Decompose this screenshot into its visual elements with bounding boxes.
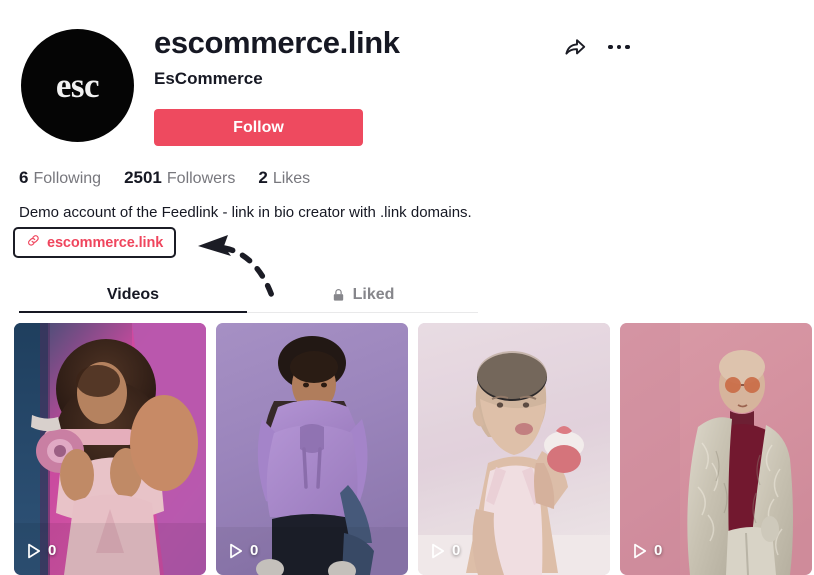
stat-label: Followers [166, 170, 236, 187]
play-count-value: 0 [452, 542, 461, 559]
stat-following[interactable]: 6 Following [19, 168, 101, 188]
header-actions [562, 34, 632, 60]
play-count-value: 0 [250, 542, 259, 559]
tab-liked[interactable]: Liked [247, 277, 478, 313]
play-icon [229, 543, 243, 559]
video-grid: 0 0 0 0 [14, 323, 814, 575]
more-options-icon[interactable] [606, 34, 632, 60]
play-icon [27, 543, 41, 559]
stats-row: 6 Following 2501 Followers 2 Likes [19, 168, 310, 188]
video-thumbnail[interactable]: 0 [216, 323, 408, 575]
play-count: 0 [633, 542, 662, 559]
thumbnail-image [216, 323, 408, 575]
play-count: 0 [431, 542, 460, 559]
tab-label: Videos [106, 286, 160, 303]
play-count: 0 [229, 542, 258, 559]
stat-value: 6 [19, 168, 29, 187]
play-icon [431, 543, 445, 559]
follow-button[interactable]: Follow [154, 109, 363, 146]
bio-link-chip[interactable]: escommerce.link [13, 227, 177, 258]
avatar[interactable]: esc [21, 29, 134, 142]
identity-block: escommerce.link EsCommerce [154, 24, 554, 90]
thumbnail-image [620, 323, 812, 575]
bio-text: Demo account of the Feedlink - link in b… [19, 204, 472, 221]
stat-value: 2501 [124, 168, 162, 187]
page-title: escommerce.link [154, 25, 400, 60]
play-count-value: 0 [48, 542, 57, 559]
profile-tabs: Videos Liked [19, 277, 478, 313]
tab-videos[interactable]: Videos [19, 277, 247, 313]
active-tab-underline [19, 311, 247, 313]
stat-likes[interactable]: 2 Likes [258, 168, 310, 188]
share-arrow-icon[interactable] [562, 34, 588, 60]
video-thumbnail[interactable]: 0 [620, 323, 812, 575]
play-count-value: 0 [654, 542, 663, 559]
bio-link-label: escommerce.link [47, 234, 164, 251]
chain-link-icon [26, 233, 41, 253]
stat-label: Likes [272, 170, 311, 187]
thumbnail-image [14, 323, 206, 575]
thumbnail-image [418, 323, 610, 575]
play-count: 0 [27, 542, 56, 559]
tab-label: Liked [352, 286, 395, 303]
video-thumbnail[interactable]: 0 [418, 323, 610, 575]
video-thumbnail[interactable]: 0 [14, 323, 206, 575]
stat-value: 2 [258, 168, 268, 187]
display-name: EsCommerce [154, 69, 263, 88]
stat-label: Following [33, 170, 102, 187]
lock-icon [331, 287, 346, 303]
profile-header: esc escommerce.link EsCommerce Follow [0, 0, 814, 160]
avatar-label: esc [55, 66, 100, 105]
stat-followers[interactable]: 2501 Followers [124, 168, 235, 188]
play-icon [633, 543, 647, 559]
